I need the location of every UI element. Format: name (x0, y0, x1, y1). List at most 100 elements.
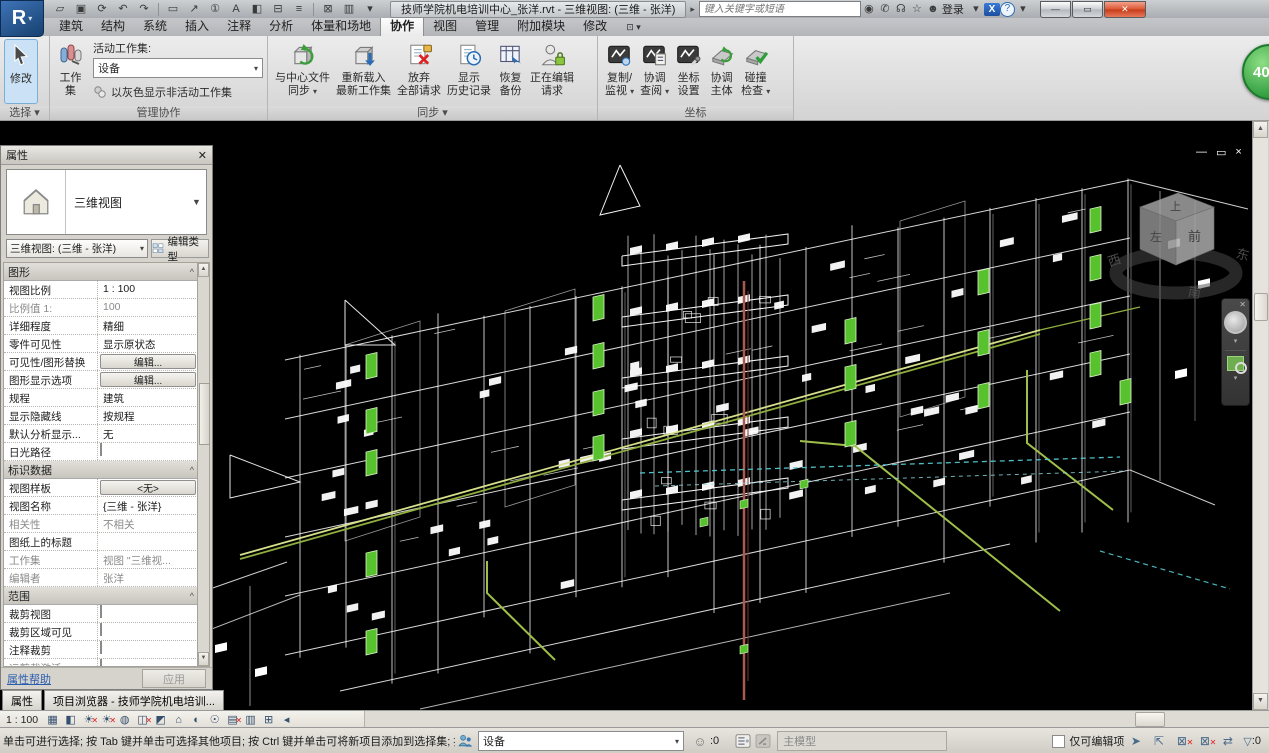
properties-title-bar[interactable]: 属性 ✕ (1, 146, 212, 165)
rendering-dialog-icon[interactable]: ◍ (117, 713, 132, 727)
shadows-icon[interactable]: ☀✕ (99, 713, 114, 727)
coordination-review-button[interactable]: 协调查阅 ▾ (637, 39, 672, 104)
switch-windows-icon[interactable]: ▥ (339, 1, 359, 18)
steering-wheel-icon[interactable] (1224, 311, 1247, 334)
application-menu-button[interactable]: R▾ (0, 0, 44, 37)
text-icon[interactable]: A (226, 1, 246, 18)
view-scale-button[interactable]: 1 : 100 (6, 714, 38, 726)
default-3d-view-icon[interactable]: ◧ (247, 1, 267, 18)
property-edit-button[interactable]: 编辑... (100, 372, 196, 387)
modify-button[interactable]: 修改 (4, 39, 38, 104)
property-value[interactable]: 显示原状态 (98, 335, 198, 352)
horizontal-scrollbar[interactable] (365, 711, 1269, 728)
editing-requests-status-icon[interactable]: ☺ (690, 732, 710, 750)
help-dropdown-icon[interactable]: ▾ (1015, 2, 1031, 17)
property-value[interactable]: 按规程 (98, 407, 198, 424)
active-workset-select[interactable]: 设备 ▾ (93, 58, 263, 78)
tab-插入[interactable]: 插入 (176, 15, 218, 36)
view-close-icon[interactable]: × (1235, 146, 1241, 159)
select-links-icon[interactable]: ➤ (1126, 733, 1145, 749)
navigation-bar[interactable]: ✕ ▾ ▾ (1221, 298, 1250, 406)
drag-on-selection-icon[interactable]: ⇄ (1218, 733, 1237, 749)
aligned-dimension-icon[interactable]: ↗ (184, 1, 204, 18)
property-group-标识数据[interactable]: 标识数据^ (4, 461, 198, 479)
subscription-icon[interactable]: ✆ (877, 2, 893, 17)
tab-管理[interactable]: 管理 (466, 15, 508, 36)
collapse-chevron-icon[interactable]: ^ (190, 591, 194, 601)
reload-latest-button[interactable]: 重新载入最新工作集 (333, 39, 394, 104)
user-icon[interactable]: ☻ (925, 2, 941, 17)
undo-icon[interactable]: ↶ (113, 1, 133, 18)
restore-backup-button[interactable]: 恢复备份 (494, 39, 527, 104)
viewcube-east-label[interactable]: 东 (1234, 246, 1250, 264)
reconcile-hosting-button[interactable]: 协调主体 (705, 39, 738, 104)
horizontal-scroll-thumb[interactable] (1135, 712, 1165, 727)
property-checkbox[interactable] (100, 641, 102, 654)
tab-建筑[interactable]: 建筑 (50, 15, 92, 36)
view-instance-select[interactable]: 三维视图: (三维 - 张洋) ▾ (6, 239, 148, 258)
favorites-star-icon[interactable]: ☆ (909, 2, 925, 17)
property-checkbox[interactable] (100, 659, 102, 667)
edit-type-button[interactable]: 编辑类型 (151, 239, 209, 258)
property-edit-button[interactable]: 编辑... (100, 354, 196, 369)
collapse-chevron-icon[interactable]: ^ (190, 267, 194, 277)
show-crop-region-icon[interactable]: ◩ (153, 713, 168, 727)
viewcube[interactable]: 西 南 东 上 左 前 (1102, 183, 1254, 310)
properties-help-link[interactable]: 属性帮助 (7, 671, 51, 687)
login-dropdown-icon[interactable]: ▾ (968, 2, 984, 17)
vertical-scrollbar[interactable]: ▲ ▼ (1252, 121, 1268, 710)
palette-tab-properties[interactable]: 属性 (2, 690, 42, 712)
restore-button[interactable]: ▭ (1072, 1, 1103, 18)
search-input[interactable] (699, 1, 861, 17)
property-value[interactable]: 1 : 100 (98, 281, 198, 298)
workset-status-select[interactable]: 设备 ▾ (478, 731, 684, 751)
tab-系统[interactable]: 系统 (134, 15, 176, 36)
property-group-范围[interactable]: 范围^ (4, 587, 198, 605)
property-value[interactable]: 无 (98, 425, 198, 442)
tab-分析[interactable]: 分析 (260, 15, 302, 36)
tab-附加模块[interactable]: 附加模块 (508, 15, 574, 36)
property-value[interactable]: 100 (98, 299, 198, 316)
title-expand-icon[interactable]: ▸ (690, 4, 695, 15)
collapse-chevron-icon[interactable]: ^ (190, 465, 194, 475)
property-checkbox[interactable] (100, 623, 102, 636)
gray-inactive-worksets-button[interactable]: 以灰色显示非活动工作集 (93, 84, 263, 100)
select-underlay-icon[interactable]: ⇱ (1149, 733, 1168, 749)
redo-icon[interactable]: ↷ (134, 1, 154, 18)
measure-icon[interactable]: ▭ (163, 1, 183, 18)
worksets-button[interactable]: 工作集 (54, 39, 87, 104)
select-pinned-icon[interactable]: ⊠✕ (1172, 733, 1191, 749)
property-value[interactable]: 视图 "三维视... (98, 551, 198, 568)
prop-scroll-up-icon[interactable]: ▲ (198, 263, 209, 277)
help-icon[interactable]: ? (1000, 2, 1015, 17)
property-checkbox[interactable] (100, 443, 102, 456)
coordination-settings-button[interactable]: 坐标设置 (672, 39, 705, 104)
panel-display-toggle-icon[interactable]: ⊡ ▾ (626, 22, 641, 36)
tab-修改[interactable]: 修改 (574, 15, 616, 36)
viewcube-south-label[interactable]: 南 (1187, 284, 1202, 301)
prop-scroll-down-icon[interactable]: ▼ (198, 652, 209, 666)
thin-lines-icon[interactable]: ≡ (289, 1, 309, 18)
interference-check-button[interactable]: 碰撞检查 ▾ (738, 39, 773, 104)
editable-only-toggle[interactable]: 仅可编辑项 (1052, 733, 1124, 749)
save-icon[interactable]: ▣ (71, 1, 91, 18)
property-checkbox[interactable] (100, 605, 102, 618)
editable-only-checkbox[interactable] (1052, 735, 1065, 748)
reveal-hidden-elements-icon[interactable]: ☉ (207, 713, 222, 727)
crop-view-icon[interactable]: ◫✕ (135, 713, 150, 727)
editing-requests-button[interactable]: 正在编辑请求 (527, 39, 577, 104)
temporary-view-properties-icon[interactable]: ▥ (243, 713, 258, 727)
worksets-status-icon[interactable] (455, 732, 475, 750)
worksharing-display-icon[interactable]: ▤✕ (225, 713, 240, 727)
navbar-close-icon[interactable]: ✕ (1239, 300, 1246, 309)
palette-tab-project-browser[interactable]: 项目浏览器 - 技师学院机电培训... (44, 690, 224, 712)
tab-体量和场地[interactable]: 体量和场地 (302, 15, 380, 36)
properties-close-icon[interactable]: ✕ (198, 149, 207, 162)
vertical-scroll-thumb[interactable] (1254, 293, 1268, 321)
synchronize-panel-label[interactable]: 同步 ▾ (268, 106, 597, 120)
relinquish-all-button[interactable]: 放弃全部请求 (394, 39, 444, 104)
property-value[interactable]: 精细 (98, 317, 198, 334)
section-icon[interactable]: ⊟ (268, 1, 288, 18)
customize-qat-icon[interactable]: ▾ (360, 1, 380, 18)
zoom-tool-icon[interactable] (1227, 356, 1244, 371)
